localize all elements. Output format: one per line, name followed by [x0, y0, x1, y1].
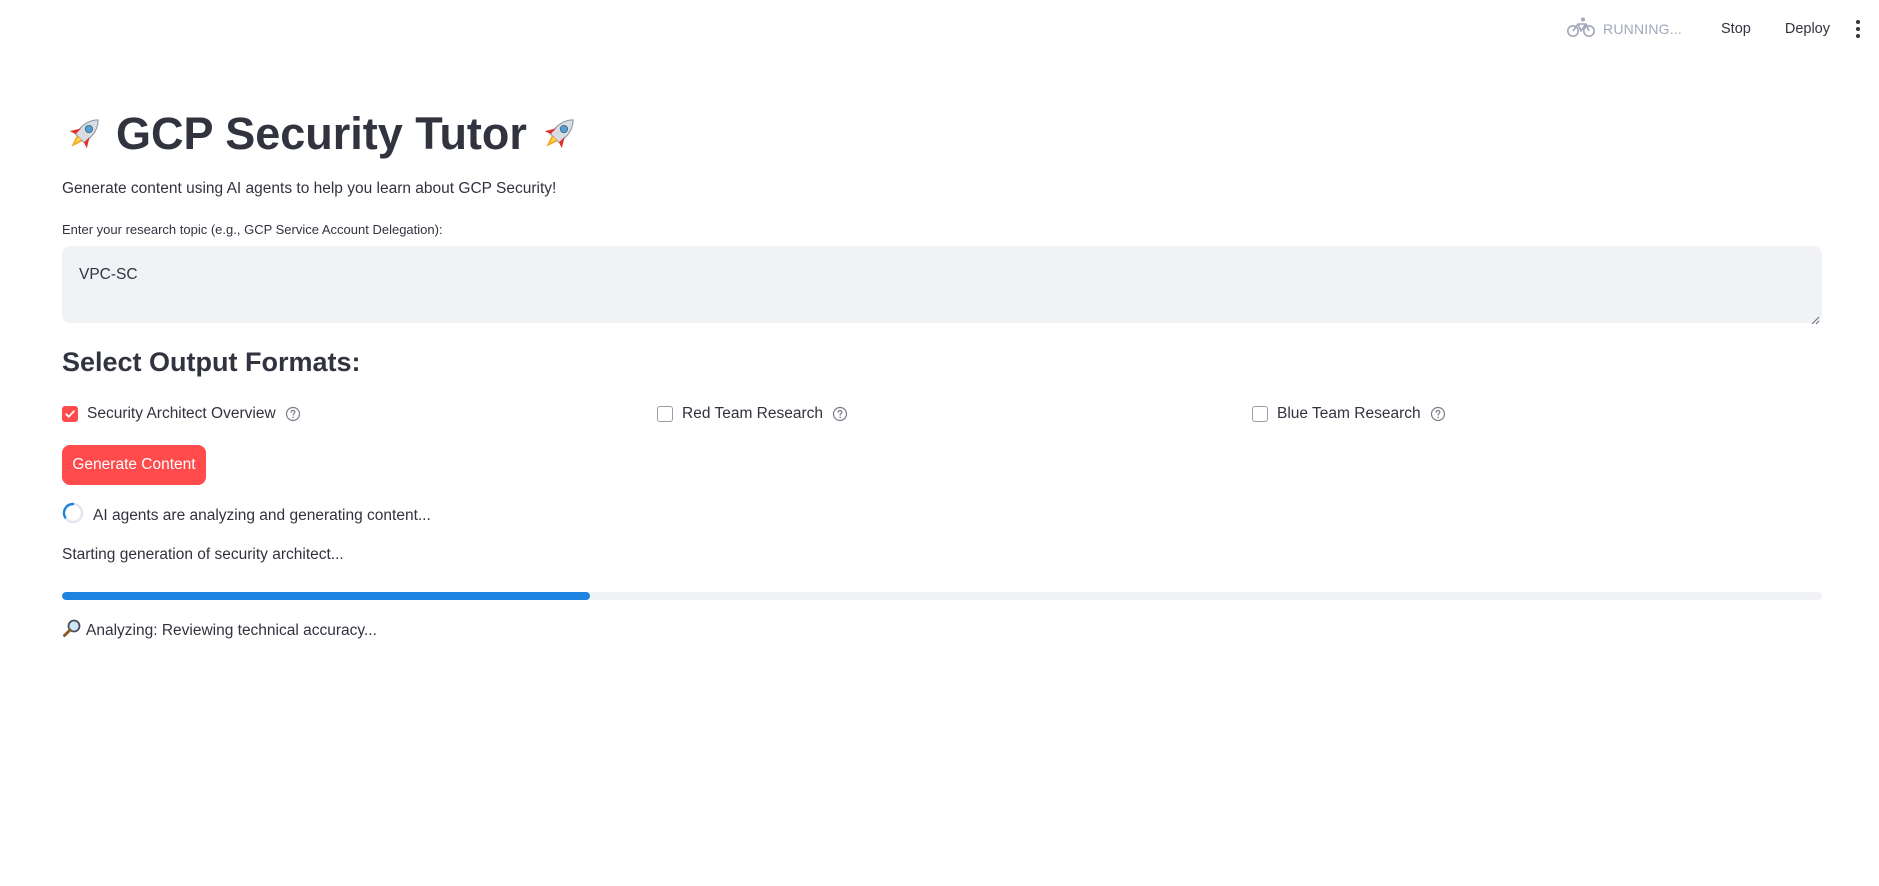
magnifying-glass-icon — [62, 618, 82, 643]
progress-bar — [62, 592, 1822, 600]
spinner-icon — [62, 502, 84, 529]
app-header: RUNNING... Stop Deploy — [0, 0, 1879, 58]
rocket-icon — [62, 112, 106, 156]
page-subtitle: Generate content using AI agents to help… — [62, 180, 557, 197]
analyzing-status: Analyzing: Reviewing technical accuracy.… — [62, 618, 377, 643]
help-icon[interactable] — [1430, 406, 1446, 422]
progress-bar-fill — [62, 592, 590, 600]
generate-content-button[interactable]: Generate Content — [62, 445, 206, 485]
checkbox-label[interactable]: Blue Team Research — [1277, 405, 1421, 423]
deploy-button[interactable]: Deploy — [1779, 15, 1836, 43]
output-formats-row: Security Architect Overview Red Team Res… — [62, 405, 1822, 429]
stop-button[interactable]: Stop — [1715, 15, 1757, 43]
checkbox-security-architect-overview[interactable]: Security Architect Overview — [62, 405, 301, 423]
output-formats-heading: Select Output Formats: — [62, 347, 361, 377]
spinner-text: AI agents are analyzing and generating c… — [93, 506, 431, 524]
topic-textarea[interactable]: VPC-SC — [62, 246, 1822, 323]
spinner-status: AI agents are analyzing and generating c… — [62, 502, 431, 529]
resize-grip-icon[interactable] — [1811, 312, 1820, 325]
running-status: RUNNING... — [1567, 16, 1682, 43]
checkbox-label[interactable]: Red Team Research — [682, 405, 823, 423]
checkbox-blue-team-research[interactable]: Blue Team Research — [1252, 405, 1446, 423]
help-icon[interactable] — [832, 406, 848, 422]
running-status-label: RUNNING... — [1603, 21, 1683, 37]
topic-textarea-container: VPC-SC — [62, 246, 1822, 325]
checkbox-box-checked[interactable] — [62, 406, 78, 422]
checkbox-box[interactable] — [657, 406, 673, 422]
bicycle-icon — [1567, 16, 1596, 43]
page-title: GCP Security Tutor — [62, 108, 581, 160]
checkbox-red-team-research[interactable]: Red Team Research — [657, 405, 848, 423]
kebab-menu-icon[interactable] — [1851, 17, 1865, 41]
help-icon[interactable] — [285, 406, 301, 422]
analyzing-text: Analyzing: Reviewing technical accuracy.… — [86, 621, 377, 639]
progress-status-text: Starting generation of security architec… — [62, 546, 344, 563]
checkbox-box[interactable] — [1252, 406, 1268, 422]
page-title-text: GCP Security Tutor — [116, 108, 527, 159]
topic-field-label: Enter your research topic (e.g., GCP Ser… — [62, 222, 443, 237]
rocket-icon — [537, 112, 581, 156]
checkbox-label[interactable]: Security Architect Overview — [87, 405, 276, 423]
